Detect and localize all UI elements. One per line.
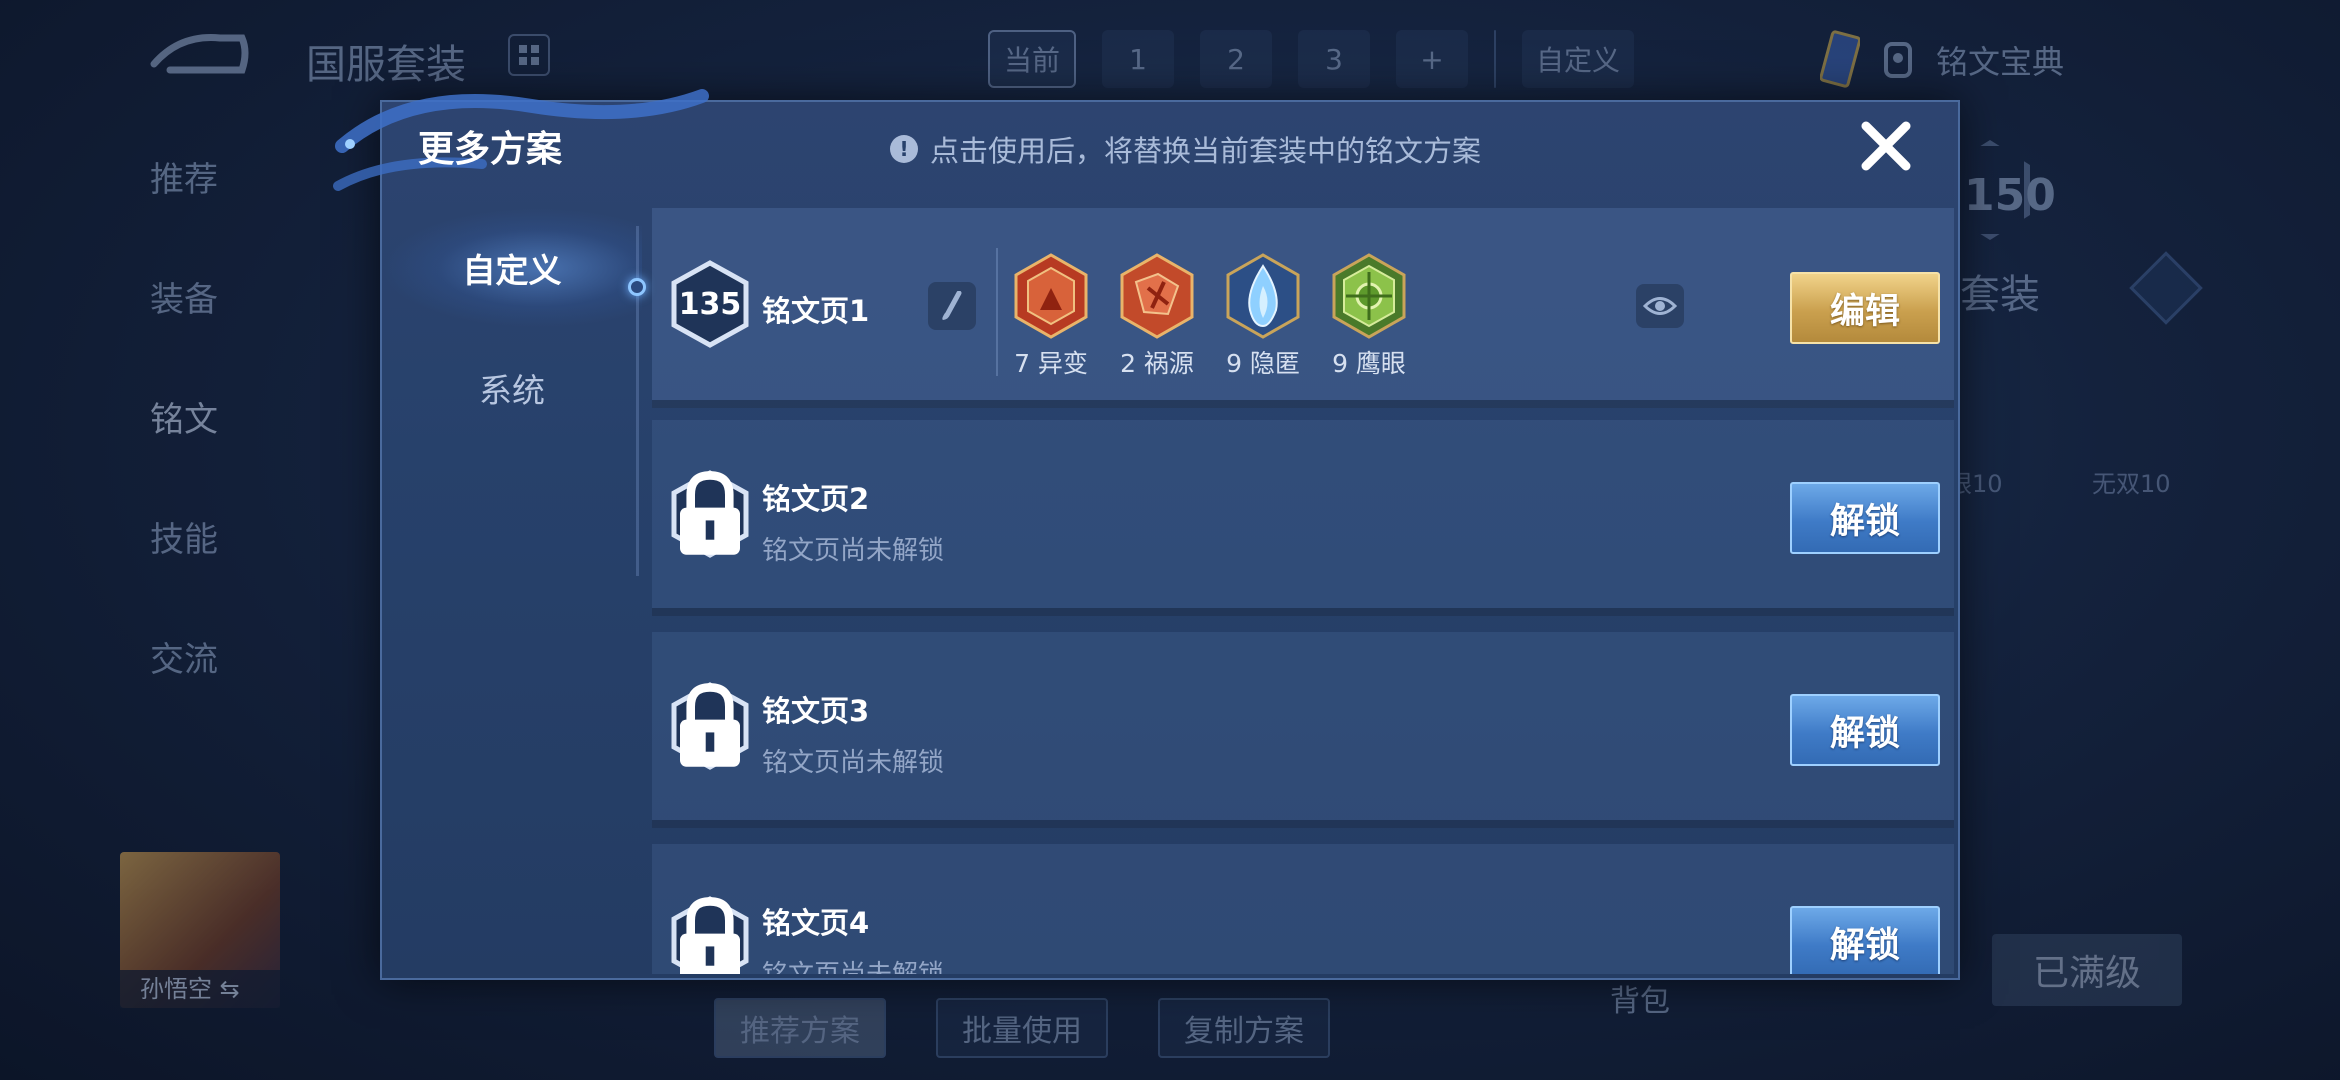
rune-level-value: 135: [678, 286, 742, 322]
rune-level-badge: 135: [670, 259, 750, 349]
rune-page-row: 铭文页4 铭文页尚未解锁 解锁: [652, 844, 1954, 974]
tab-custom-plans[interactable]: 自定义: [382, 208, 642, 328]
grid-icon[interactable]: [508, 34, 550, 76]
back-arrow-icon: [150, 34, 249, 74]
preview-button[interactable]: [1636, 284, 1684, 328]
brush-icon: [942, 291, 962, 320]
eye-icon: [1643, 297, 1677, 315]
suit-title: 国服套装: [306, 42, 466, 88]
rune-codex-link[interactable]: 铭文宝典: [1936, 37, 2064, 83]
rune-name: 隐匿: [1249, 349, 1300, 378]
info-icon: !: [890, 135, 918, 163]
rune-page-row: 铭文页3 铭文页尚未解锁 解锁: [652, 632, 1954, 828]
tab-custom[interactable]: 自定义: [1522, 30, 1635, 88]
edit-button[interactable]: 编辑: [1790, 272, 1940, 344]
tab-1[interactable]: 1: [1102, 30, 1175, 88]
tab-3[interactable]: 3: [1298, 30, 1371, 88]
notice: ! 点击使用后，将替换当前套装中的铭文方案: [890, 128, 1481, 170]
rune-yinni-icon: [1226, 253, 1300, 339]
rune-yibian-icon: [1014, 253, 1088, 339]
locked-badge: [670, 469, 750, 559]
back-button[interactable]: [150, 30, 250, 80]
nav-community[interactable]: 交流: [150, 630, 218, 750]
backpack-label[interactable]: 背包: [1610, 976, 1670, 1020]
rune-page-row: 铭文页2 铭文页尚未解锁 解锁: [652, 420, 1954, 616]
notice-text: 点击使用后，将替换当前套装中的铭文方案: [930, 134, 1482, 168]
tab-current[interactable]: 当前: [988, 30, 1077, 88]
more-plans-modal: 更多方案 ! 点击使用后，将替换当前套装中的铭文方案 自定义 系统 135 铭文…: [333, 89, 1960, 980]
rune-name: 异变: [1037, 349, 1088, 378]
rune-item[interactable]: 2 祸源: [1118, 252, 1196, 380]
lock-icon: [670, 469, 750, 559]
tab-2[interactable]: 2: [1200, 30, 1273, 88]
rune-item[interactable]: 7 异变: [1012, 252, 1090, 380]
codex-icon: [1884, 42, 1912, 78]
unlock-button[interactable]: 解锁: [1790, 482, 1940, 554]
unlock-button[interactable]: 解锁: [1790, 694, 1940, 766]
rune-count: 7: [1014, 349, 1030, 378]
swap-icon[interactable]: ⇆: [220, 975, 240, 1003]
rune-label: 7 异变: [1012, 344, 1090, 380]
rune-page-row: 135 铭文页1 7 异变 2 祸源 9 隐匿 9 鹰眼 编辑: [652, 208, 1954, 408]
rune-count: 2: [1120, 349, 1136, 378]
rune-page-name: 铭文页1: [762, 294, 870, 328]
lock-icon: [670, 681, 750, 771]
rune-page-list[interactable]: 135 铭文页1 7 异变 2 祸源 9 隐匿 9 鹰眼 编辑 铭文页2 铭文页…: [652, 208, 1954, 974]
rune-count: 9: [1332, 349, 1348, 378]
rune-item[interactable]: 9 隐匿: [1224, 252, 1302, 380]
rune-label-wushuang: 无双10: [2092, 470, 2171, 498]
rune-name: 祸源: [1143, 349, 1194, 378]
locked-hint: 铭文页尚未解锁: [762, 954, 944, 974]
copy-plan-button[interactable]: 复制方案: [1158, 998, 1330, 1058]
menu-icon[interactable]: [2129, 251, 2203, 325]
close-icon: [1861, 121, 1911, 171]
tab-divider: [1494, 30, 1497, 88]
rune-count: 9: [1226, 349, 1242, 378]
batch-use-button[interactable]: 批量使用: [936, 998, 1108, 1058]
hero-name: 孙悟空 ⇆: [120, 970, 280, 1008]
locked-badge: [670, 895, 750, 974]
close-button[interactable]: [1854, 114, 1918, 178]
locked-hint: 铭文页尚未解锁: [762, 536, 945, 566]
top-right-area: 铭文宝典: [1820, 30, 2064, 90]
bottom-button-row: 推荐方案 批量使用 复制方案: [714, 998, 1330, 1058]
rune-huoyuan-icon: [1120, 253, 1194, 339]
hero-name-text: 孙悟空: [140, 975, 212, 1003]
unlock-button[interactable]: 解锁: [1790, 906, 1940, 974]
rune-label: 2 祸源: [1118, 344, 1196, 380]
plan-category-tabs: 自定义 系统: [382, 208, 642, 448]
rune-summary: 7 异变 2 祸源 9 隐匿 9 鹰眼: [1012, 252, 1408, 380]
nav-runes[interactable]: 铭文: [150, 390, 218, 510]
rename-button[interactable]: [928, 282, 976, 330]
tab-add[interactable]: +: [1396, 30, 1469, 88]
modal-title: 更多方案: [418, 129, 563, 170]
suit-partial-label: 套装: [1960, 272, 2040, 318]
rune-label: 9 隐匿: [1224, 344, 1302, 380]
rune-yingyan-icon: [1332, 253, 1406, 339]
divider: [996, 248, 998, 376]
rune-page-name: 铭文页4: [762, 906, 870, 940]
rune-name: 鹰眼: [1355, 349, 1406, 378]
card-icon[interactable]: [1820, 30, 1860, 90]
background-side-nav: 推荐 装备 铭文 技能 交流: [150, 150, 218, 750]
rune-page-name: 铭文页3: [762, 694, 870, 728]
rune-item[interactable]: 9 鹰眼: [1330, 252, 1408, 380]
locked-badge: [670, 681, 750, 771]
nav-recommend[interactable]: 推荐: [150, 150, 218, 270]
recommend-plan-button[interactable]: 推荐方案: [714, 998, 886, 1058]
rune-level-number: 150: [1964, 170, 2056, 221]
locked-hint: 铭文页尚未解锁: [762, 748, 945, 778]
tab-system-plans[interactable]: 系统: [382, 328, 642, 448]
active-tab-indicator: [628, 278, 646, 296]
maxed-button[interactable]: 已满级: [1992, 934, 2182, 1006]
suit-tab-strip: 当前 1 2 3 + 自定义: [988, 30, 1635, 88]
nav-skills[interactable]: 技能: [150, 510, 218, 630]
lock-icon: [670, 895, 750, 974]
nav-equipment[interactable]: 装备: [150, 270, 218, 390]
rune-label: 9 鹰眼: [1330, 344, 1408, 380]
rune-page-name: 铭文页2: [762, 482, 870, 516]
